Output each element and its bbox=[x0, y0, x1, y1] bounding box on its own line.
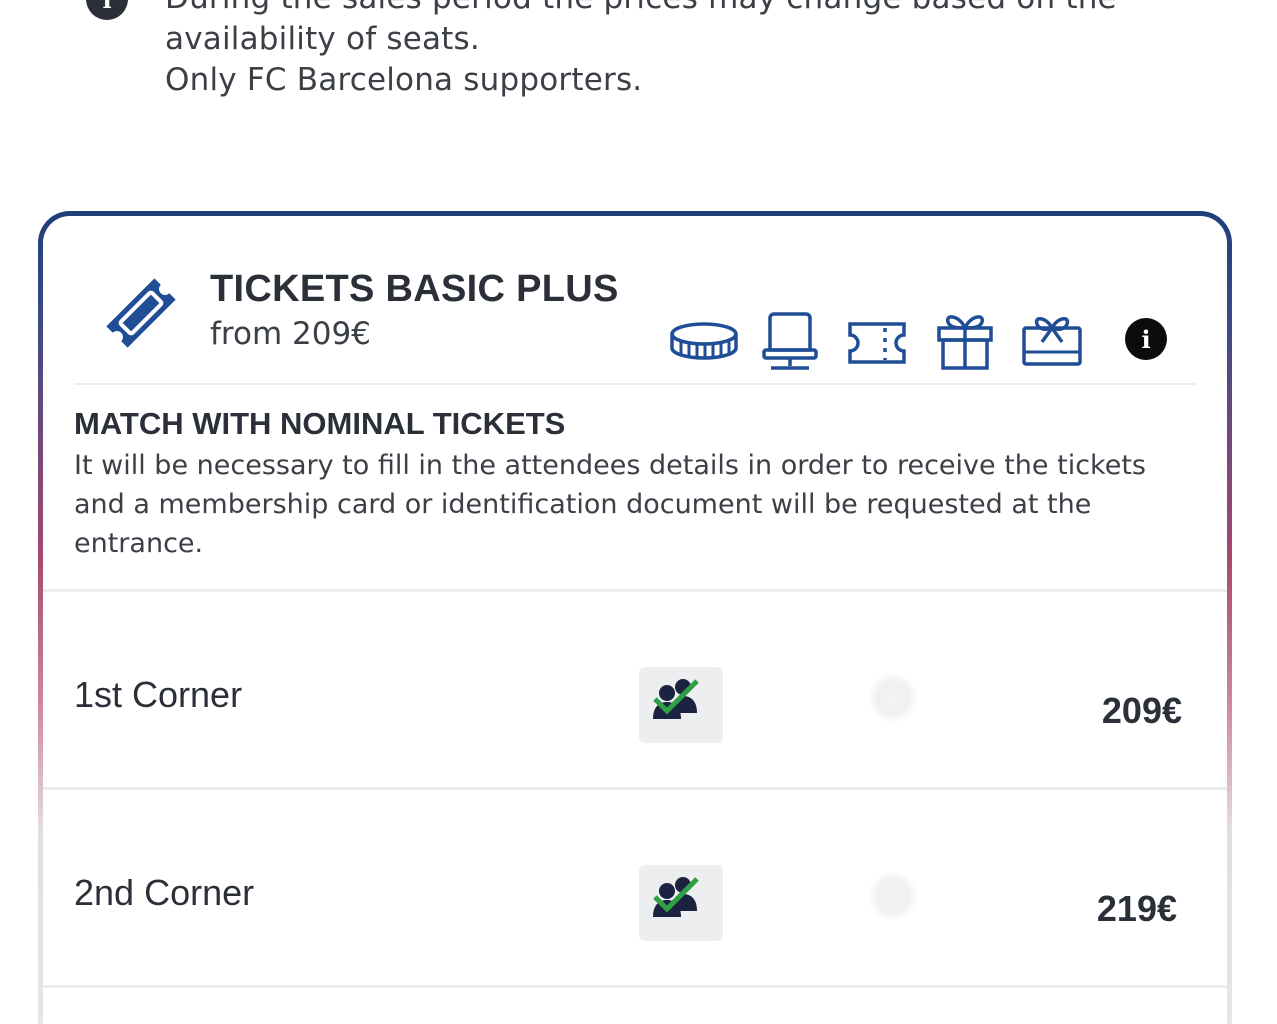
info-icon: i bbox=[86, 0, 128, 20]
ticket-icon bbox=[848, 322, 906, 364]
nominal-ticket-badge bbox=[639, 667, 723, 743]
ticket-page: i During the sales period the prices may… bbox=[0, 0, 1277, 1024]
description-line: and a membership card or identification … bbox=[74, 489, 1092, 520]
seat-option-price: 219€ bbox=[1096, 888, 1177, 929]
gift-card-icon bbox=[1022, 317, 1082, 366]
seat-icon bbox=[762, 312, 818, 370]
notice-line: Only FC Barcelona supporters. bbox=[165, 62, 643, 98]
check-icon bbox=[653, 877, 699, 913]
nominal-tickets-description: It will be necessary to fill in the atte… bbox=[74, 446, 1184, 563]
ticket-icon bbox=[106, 278, 176, 348]
description-line: entrance. bbox=[74, 528, 204, 559]
notice-line: availability of seats. bbox=[165, 21, 480, 57]
seat-option-row[interactable]: 2nd Corner 219€ bbox=[43, 790, 1227, 985]
stadium-icon bbox=[670, 322, 738, 360]
seat-option-name: 1st Corner bbox=[74, 674, 243, 715]
notice-line: During the sales period the prices may c… bbox=[165, 0, 1117, 19]
gift-icon bbox=[937, 315, 993, 370]
package-from-price: from 209€ bbox=[210, 316, 371, 352]
divider bbox=[74, 383, 1196, 385]
divider bbox=[43, 985, 1227, 988]
nominal-ticket-badge bbox=[639, 865, 723, 941]
sales-notice: During the sales period the prices may c… bbox=[165, 0, 1117, 101]
package-info-icon[interactable]: i bbox=[1125, 318, 1167, 360]
loading-indicator bbox=[868, 673, 918, 723]
seat-option-name: 2nd Corner bbox=[74, 872, 255, 913]
ticket-package-card[interactable]: TICKETS BASIC PLUS from 209€ i MATCH WIT… bbox=[38, 211, 1232, 1024]
nominal-tickets-heading: MATCH WITH NOMINAL TICKETS bbox=[74, 406, 566, 441]
seat-option-row[interactable]: 1st Corner 209€ bbox=[43, 592, 1227, 787]
seat-option-price: 209€ bbox=[1101, 690, 1182, 731]
loading-indicator bbox=[868, 871, 918, 921]
package-title: TICKETS BASIC PLUS bbox=[210, 268, 619, 310]
description-line: It will be necessary to fill in the atte… bbox=[74, 450, 1146, 481]
check-icon bbox=[653, 679, 699, 715]
